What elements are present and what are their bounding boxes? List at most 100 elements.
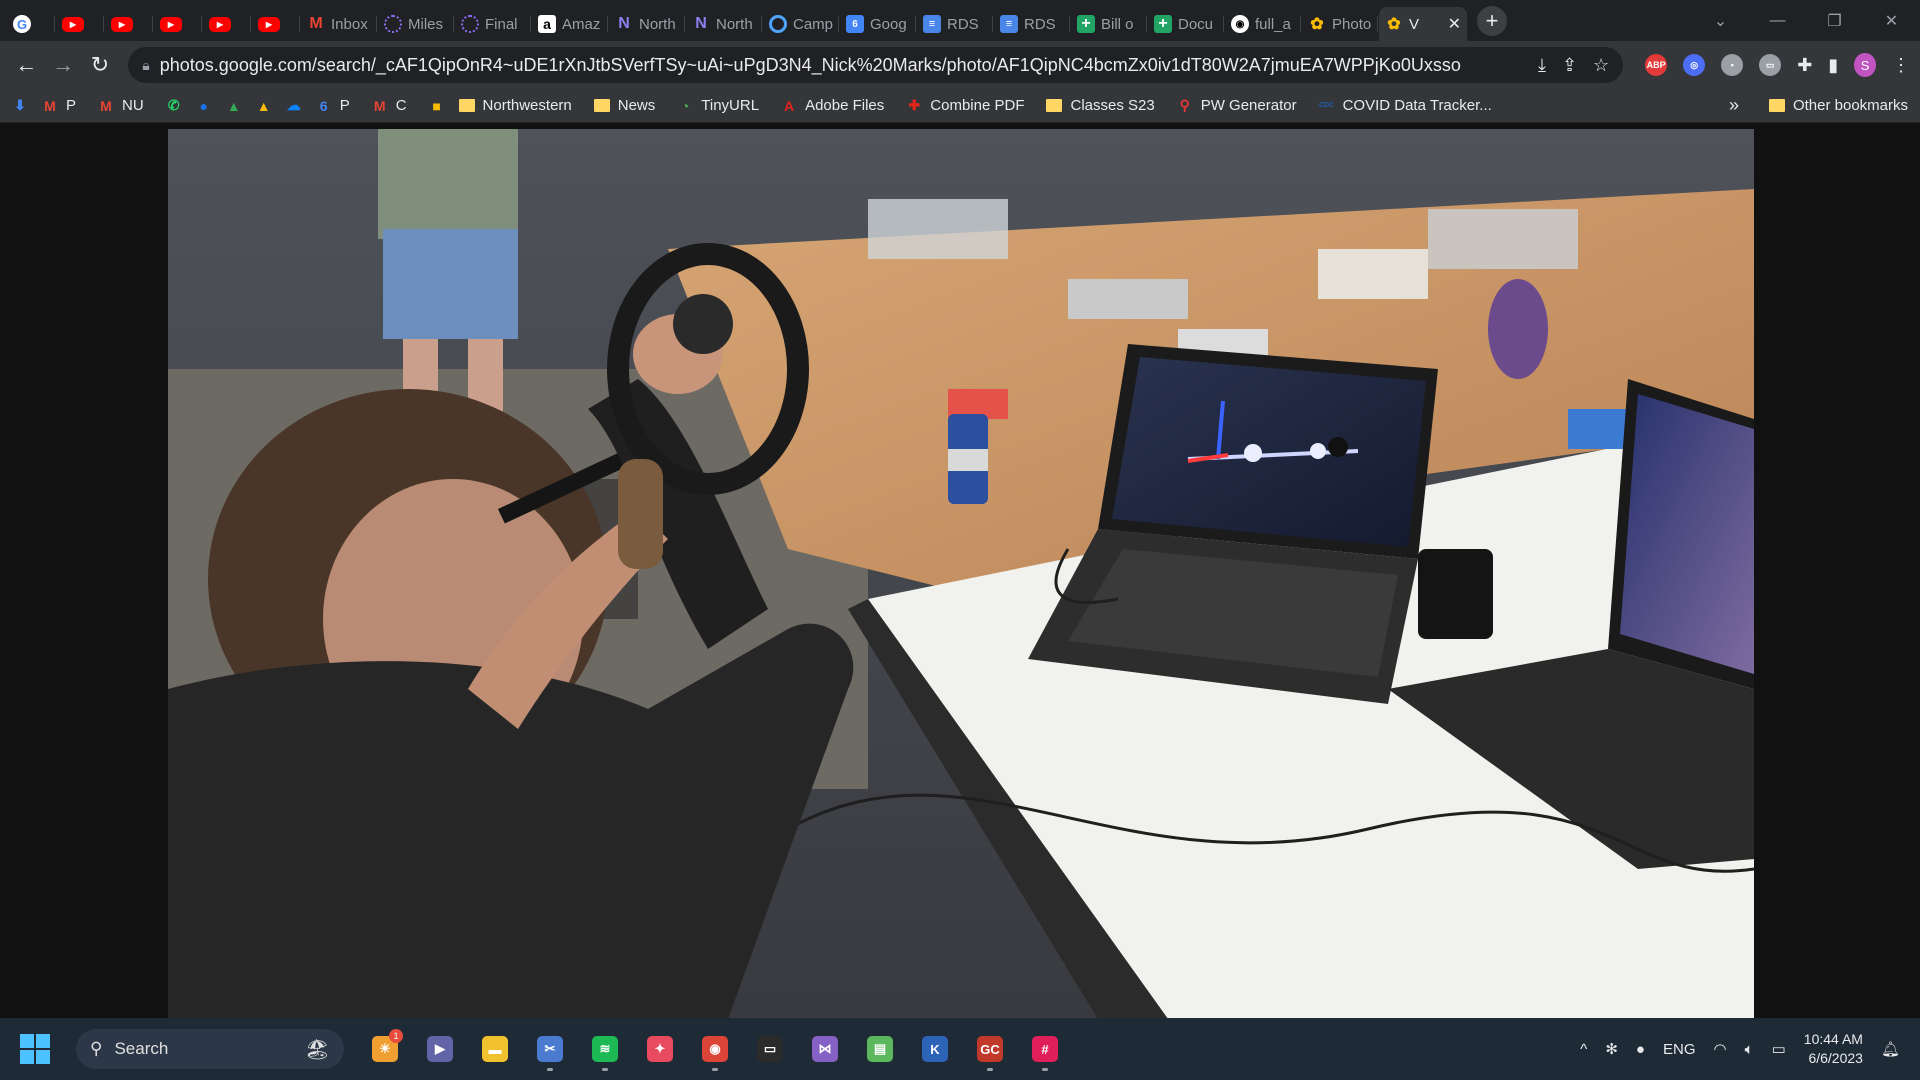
bookmark-item[interactable]: M NU: [98, 97, 144, 114]
browser-tab[interactable]: Miles: [378, 7, 454, 41]
browser-tab[interactable]: Camp: [763, 7, 839, 41]
tab-title: Amaz: [562, 15, 601, 33]
browser-tab[interactable]: ▶: [56, 7, 104, 41]
browser-tab[interactable]: ◉ full_a: [1225, 7, 1301, 41]
browser-tab[interactable]: N North: [609, 7, 685, 41]
browser-tab[interactable]: + Bill o: [1071, 7, 1147, 41]
url-text[interactable]: photos.google.com/search/_cAF1QipOnR4~uD…: [160, 55, 1522, 76]
taskbar-app[interactable]: ✦: [640, 1029, 680, 1069]
browser-tab[interactable]: ≡ RDS: [994, 7, 1070, 41]
google-calendar-icon: 6: [319, 97, 328, 114]
taskbar-app[interactable]: #: [1025, 1029, 1065, 1071]
bookmark-item[interactable]: MP: [42, 97, 76, 114]
taskbar-app[interactable]: GC: [970, 1029, 1010, 1071]
bookmark-item[interactable]: ■: [429, 98, 445, 114]
lab-photo[interactable]: [168, 129, 1754, 1019]
address-bar[interactable]: 🔒︎ photos.google.com/search/_cAF1QipOnR4…: [128, 47, 1624, 83]
taskbar-app[interactable]: ☀ 1: [365, 1029, 405, 1069]
bookmark-item[interactable]: CDC COVID Data Tracker...: [1319, 97, 1492, 114]
profile-avatar[interactable]: S: [1854, 53, 1877, 77]
taskbar-app[interactable]: ▤: [860, 1029, 900, 1069]
bookmark-item[interactable]: ▲: [256, 98, 272, 114]
taskbar-app[interactable]: K: [915, 1029, 955, 1069]
bookmark-item[interactable]: ⚲ PW Generator: [1177, 97, 1297, 114]
bookmark-item[interactable]: Northwestern: [458, 97, 572, 114]
taskbar-app[interactable]: ✂: [530, 1029, 570, 1071]
battery-icon[interactable]: ▭: [1772, 1040, 1786, 1058]
taskbar-app[interactable]: ⋈: [805, 1029, 845, 1069]
start-button[interactable]: [20, 1034, 50, 1064]
taskbar-app[interactable]: ▭: [750, 1029, 790, 1069]
tray-circle-icon[interactable]: ●: [1636, 1041, 1645, 1058]
extensions-puzzle-icon[interactable]: ✚: [1797, 55, 1812, 76]
bookmark-item[interactable]: ✚ Combine PDF: [906, 97, 1024, 114]
bookmark-label: P: [66, 97, 77, 114]
minimize-icon[interactable]: —: [1749, 12, 1806, 30]
show-hidden-icons-icon[interactable]: ^: [1580, 1041, 1587, 1058]
back-button[interactable]: ←: [10, 47, 43, 83]
side-panel-icon[interactable]: ▮: [1828, 55, 1838, 76]
folder-icon: [593, 99, 610, 112]
browser-tab[interactable]: + Docu: [1148, 7, 1224, 41]
install-app-icon[interactable]: ⤓: [1538, 55, 1546, 76]
taskbar-search[interactable]: ⚲ Search 🏖︎: [76, 1029, 344, 1069]
browser-tab[interactable]: ▶: [105, 7, 153, 41]
language-indicator[interactable]: ENG: [1663, 1041, 1696, 1058]
clock[interactable]: 10:44 AM 6/6/2023: [1804, 1030, 1863, 1068]
bookmark-item[interactable]: ●: [196, 98, 212, 114]
browser-tab[interactable]: a Amaz: [532, 7, 608, 41]
tab-search-icon[interactable]: ⌄: [1692, 11, 1749, 31]
close-window-icon[interactable]: ✕: [1863, 11, 1920, 31]
browser-tab[interactable]: Final: [455, 7, 531, 41]
google-sheets-icon: +: [1077, 15, 1095, 33]
bookmark-item[interactable]: 6P: [316, 97, 350, 114]
extension-blue-icon[interactable]: ◎: [1683, 54, 1706, 76]
browser-tab[interactable]: ✿ V ✕: [1379, 7, 1467, 41]
adblock-plus-icon[interactable]: ABP: [1645, 54, 1668, 76]
tray-app-icon[interactable]: ✻: [1605, 1040, 1618, 1058]
forward-button[interactable]: →: [47, 47, 80, 83]
maximize-icon[interactable]: ❐: [1806, 11, 1863, 31]
bookmark-item[interactable]: ☁: [286, 97, 302, 114]
extension-square-icon[interactable]: ▪: [1721, 54, 1744, 76]
other-bookmarks-folder[interactable]: Other bookmarks: [1768, 97, 1908, 114]
browser-tab[interactable]: ✿ Photo: [1302, 7, 1378, 41]
bookmark-item[interactable]: ◔ TinyURL: [677, 97, 759, 114]
bookmark-item[interactable]: Classes S23: [1046, 97, 1155, 114]
bookmark-item[interactable]: ✆: [166, 97, 182, 114]
search-icon: ⚲: [90, 1039, 103, 1058]
new-tab-button[interactable]: +: [1477, 6, 1507, 36]
bookmark-star-icon[interactable]: ☆: [1593, 55, 1609, 76]
volume-icon[interactable]: 🔈︎: [1745, 1041, 1754, 1058]
close-tab-icon[interactable]: ✕: [1448, 14, 1461, 34]
bookmark-item[interactable]: News: [593, 97, 655, 114]
running-indicator: [1042, 1068, 1048, 1071]
browser-tab[interactable]: ≡ RDS: [917, 7, 993, 41]
browser-tab[interactable]: ▶: [203, 7, 251, 41]
bookmark-item[interactable]: MC: [372, 97, 407, 114]
browser-tab[interactable]: 6 Goog: [840, 7, 916, 41]
taskbar-app[interactable]: ◉: [695, 1029, 735, 1071]
extension-keyboard-icon[interactable]: ▭: [1759, 54, 1782, 76]
google-keep-icon: ■: [432, 97, 441, 114]
browser-tab[interactable]: N North: [686, 7, 762, 41]
taskbar-app[interactable]: ▶: [420, 1029, 460, 1069]
browser-tab[interactable]: ▶: [154, 7, 202, 41]
bookmark-item[interactable]: ▲: [226, 98, 242, 114]
notifications-icon[interactable]: 🔔︎: [1881, 1040, 1900, 1058]
taskbar-app[interactable]: ▬: [475, 1029, 515, 1069]
bookmark-item[interactable]: A Adobe Files: [781, 97, 884, 114]
browser-tab[interactable]: G: [7, 7, 55, 41]
menu-kebab-icon[interactable]: ⋮: [1892, 55, 1910, 76]
browser-tab[interactable]: ▶: [252, 7, 300, 41]
bookmarks-overflow-button[interactable]: »: [1729, 95, 1739, 116]
wifi-icon[interactable]: ◠: [1714, 1040, 1727, 1058]
share-icon[interactable]: ⇪: [1562, 55, 1577, 76]
bookmark-list: ⬇ M P M NU ✆ ● ▲ ▲ ☁ 6 P M C ■ Northwestern News ◔ TinyURL…: [12, 97, 1514, 114]
browser-tab[interactable]: M Inbox: [301, 7, 377, 41]
lock-icon[interactable]: 🔒︎: [142, 57, 149, 74]
taskbar-app[interactable]: ≋: [585, 1029, 625, 1071]
bookmark-item[interactable]: ⬇: [12, 97, 28, 114]
reload-button[interactable]: ↻: [84, 47, 117, 83]
search-label: Search: [114, 1039, 169, 1058]
